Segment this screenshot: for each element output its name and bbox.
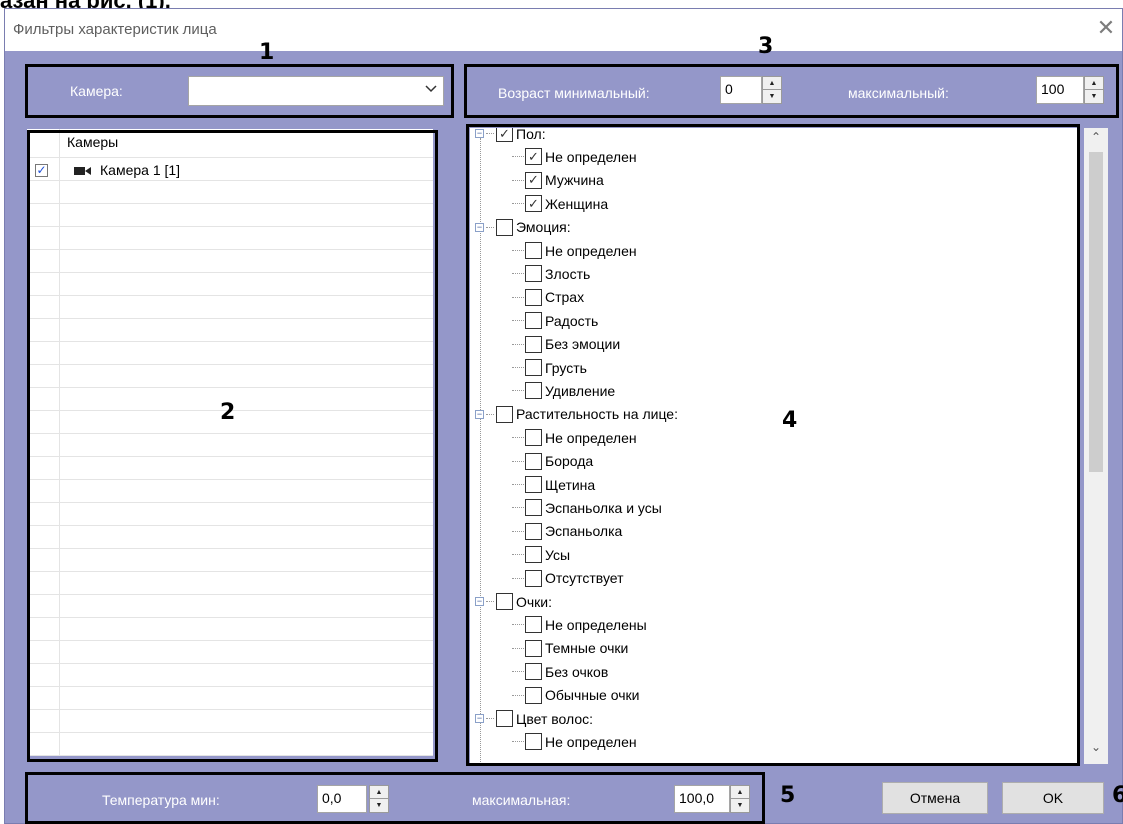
spin-up-icon[interactable]: ▲ — [370, 786, 388, 799]
camera-label: Камера: — [70, 83, 123, 99]
chevron-down-icon — [425, 81, 437, 93]
scroll-up-icon[interactable]: ⌃ — [1084, 130, 1108, 150]
temp-max-value: 100,0 — [679, 790, 715, 806]
callout-number-6: 6 — [1112, 783, 1123, 808]
ok-button[interactable]: OK — [1002, 782, 1104, 814]
spin-down-icon[interactable]: ▼ — [763, 90, 781, 103]
temp-min-input[interactable]: 0,0 — [317, 785, 367, 813]
tree-scrollbar[interactable]: ⌃ ⌄ — [1084, 128, 1108, 764]
callout-number-3: 3 — [758, 34, 774, 59]
temp-min-label: Температура мин: — [102, 792, 220, 808]
spin-up-icon[interactable]: ▲ — [731, 786, 749, 799]
age-max-input[interactable]: 100 — [1036, 76, 1084, 104]
callout-number-5: 5 — [780, 783, 796, 808]
cancel-button[interactable]: Отмена — [882, 782, 988, 814]
temp-min-spinner[interactable]: ▲ ▼ — [369, 785, 389, 813]
scroll-thumb[interactable] — [1089, 152, 1103, 472]
temp-max-spinner[interactable]: ▲ ▼ — [730, 785, 750, 813]
spin-down-icon[interactable]: ▼ — [1085, 90, 1103, 103]
temp-max-label: максимальная: — [472, 792, 571, 808]
spin-down-icon[interactable]: ▼ — [370, 799, 388, 812]
spin-up-icon[interactable]: ▲ — [763, 77, 781, 90]
spin-up-icon[interactable]: ▲ — [1085, 77, 1103, 90]
temp-min-value: 0,0 — [322, 790, 342, 806]
callout-box-2 — [27, 130, 438, 762]
age-max-label: максимальный: — [848, 85, 949, 101]
temp-max-input[interactable]: 100,0 — [674, 785, 730, 813]
scroll-down-icon[interactable]: ⌄ — [1084, 740, 1108, 760]
callout-number-1: 1 — [259, 40, 275, 65]
close-icon[interactable]: ✕ — [1093, 15, 1119, 41]
callout-box-4 — [466, 124, 1080, 766]
window-title: Фильтры характеристик лица — [13, 21, 217, 38]
age-min-spinner[interactable]: ▲ ▼ — [762, 76, 782, 104]
age-min-value: 0 — [725, 81, 733, 97]
age-max-value: 100 — [1041, 81, 1065, 97]
camera-select[interactable] — [188, 76, 444, 106]
titlebar: Фильтры характеристик лица ✕ — [5, 9, 1122, 51]
spin-down-icon[interactable]: ▼ — [731, 799, 749, 812]
age-max-spinner[interactable]: ▲ ▼ — [1084, 76, 1104, 104]
callout-number-4: 4 — [782, 408, 798, 433]
age-min-input[interactable]: 0 — [720, 76, 762, 104]
age-min-label: Возраст минимальный: — [498, 85, 650, 101]
callout-number-2: 2 — [220, 400, 236, 425]
